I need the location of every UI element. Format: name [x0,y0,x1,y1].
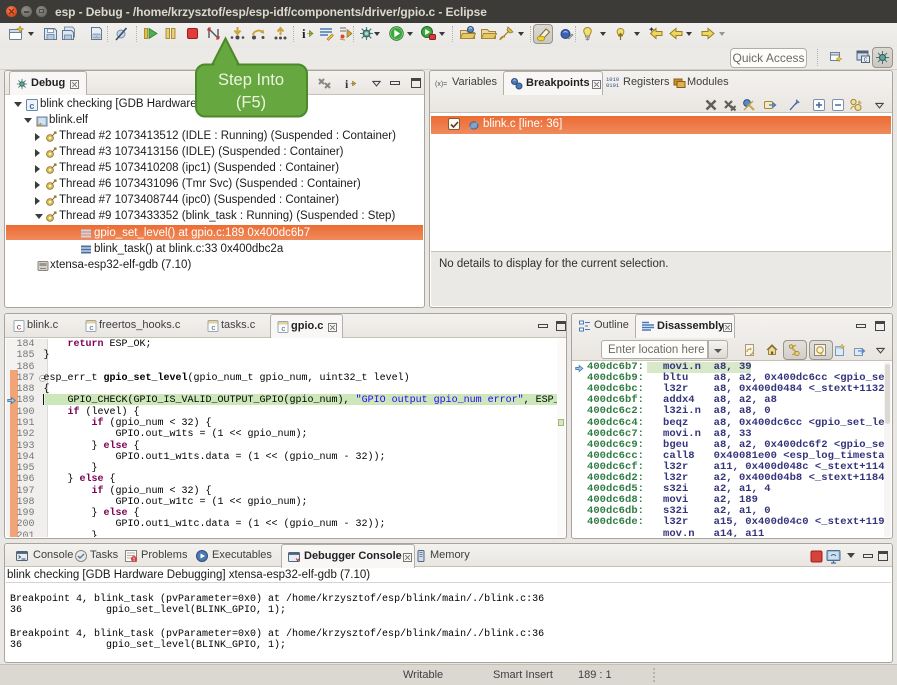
svg-text:c: c [17,324,22,333]
svg-text:Step Into: Step Into [218,71,284,89]
svg-text:(F5): (F5) [236,94,266,112]
svg-text:c: c [29,102,34,112]
svg-text:C: C [864,58,868,64]
svg-text:c: c [89,325,94,333]
svg-text:(x)=: (x)= [435,81,447,88]
svg-text:i: i [345,77,349,91]
svg-text:888: 888 [93,34,101,39]
svg-text:0101: 0101 [606,82,620,89]
svg-text:c: c [281,326,286,334]
svg-text:c: c [211,325,216,333]
